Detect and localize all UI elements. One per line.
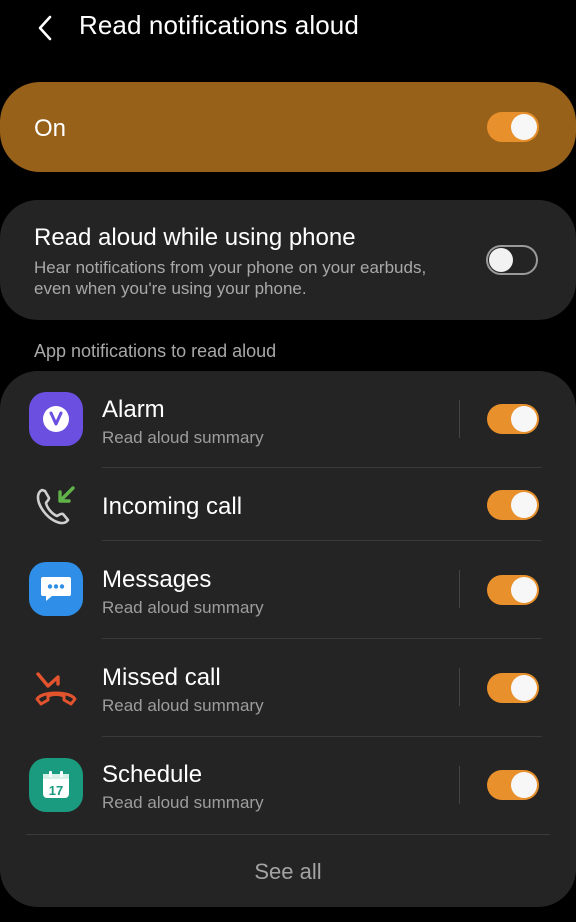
master-toggle[interactable] bbox=[487, 112, 539, 142]
calendar-date: 17 bbox=[49, 783, 63, 798]
divider bbox=[459, 668, 460, 706]
divider bbox=[459, 766, 460, 804]
row-divider bbox=[102, 467, 542, 468]
back-button[interactable] bbox=[26, 8, 66, 48]
chevron-left-icon bbox=[38, 15, 52, 41]
messages-toggle[interactable] bbox=[487, 575, 539, 605]
app-name-schedule: Schedule bbox=[102, 761, 203, 788]
incoming-call-toggle[interactable] bbox=[487, 490, 539, 520]
see-all-button[interactable]: See all bbox=[0, 859, 576, 885]
toggle-knob bbox=[511, 675, 537, 701]
missed-call-toggle[interactable] bbox=[487, 673, 539, 703]
schedule-toggle[interactable] bbox=[487, 770, 539, 800]
app-name-incoming-call: Incoming call bbox=[102, 493, 243, 520]
phone-setting-title: Read aloud while using phone bbox=[34, 224, 356, 251]
row-divider bbox=[102, 736, 542, 737]
app-name-messages: Messages bbox=[102, 566, 212, 593]
phone-setting-toggle[interactable] bbox=[486, 245, 538, 275]
divider bbox=[459, 570, 460, 608]
alarm-icon bbox=[29, 392, 83, 446]
toggle-knob bbox=[511, 492, 537, 518]
section-header: App notifications to read aloud bbox=[34, 341, 277, 361]
app-subtitle-schedule[interactable]: Read aloud summary bbox=[102, 793, 264, 813]
toggle-knob bbox=[511, 577, 537, 603]
toggle-knob bbox=[511, 406, 537, 432]
app-list bbox=[0, 371, 576, 907]
messages-icon bbox=[29, 562, 83, 616]
toggle-knob bbox=[511, 772, 537, 798]
toggle-knob bbox=[511, 114, 537, 140]
app-subtitle-missed-call[interactable]: Read aloud summary bbox=[102, 696, 264, 716]
toggle-knob bbox=[489, 248, 513, 272]
incoming-call-icon bbox=[29, 479, 83, 533]
row-divider bbox=[102, 540, 542, 541]
divider bbox=[459, 400, 460, 438]
page-title: Read notifications aloud bbox=[79, 10, 359, 40]
calendar-icon: 17 bbox=[29, 758, 83, 812]
missed-call-icon bbox=[29, 660, 83, 714]
master-switch-label: On bbox=[34, 115, 67, 142]
alarm-toggle[interactable] bbox=[487, 404, 539, 434]
app-name-missed-call: Missed call bbox=[102, 664, 221, 691]
row-divider bbox=[102, 638, 542, 639]
app-subtitle-alarm[interactable]: Read aloud summary bbox=[102, 428, 264, 448]
phone-setting-description: Hear notifications from your phone on yo… bbox=[34, 258, 427, 298]
app-subtitle-messages[interactable]: Read aloud summary bbox=[102, 598, 264, 618]
footer-divider bbox=[26, 834, 550, 835]
top-bar: Read notifications aloud bbox=[0, 0, 576, 56]
app-name-alarm: Alarm bbox=[102, 396, 165, 423]
